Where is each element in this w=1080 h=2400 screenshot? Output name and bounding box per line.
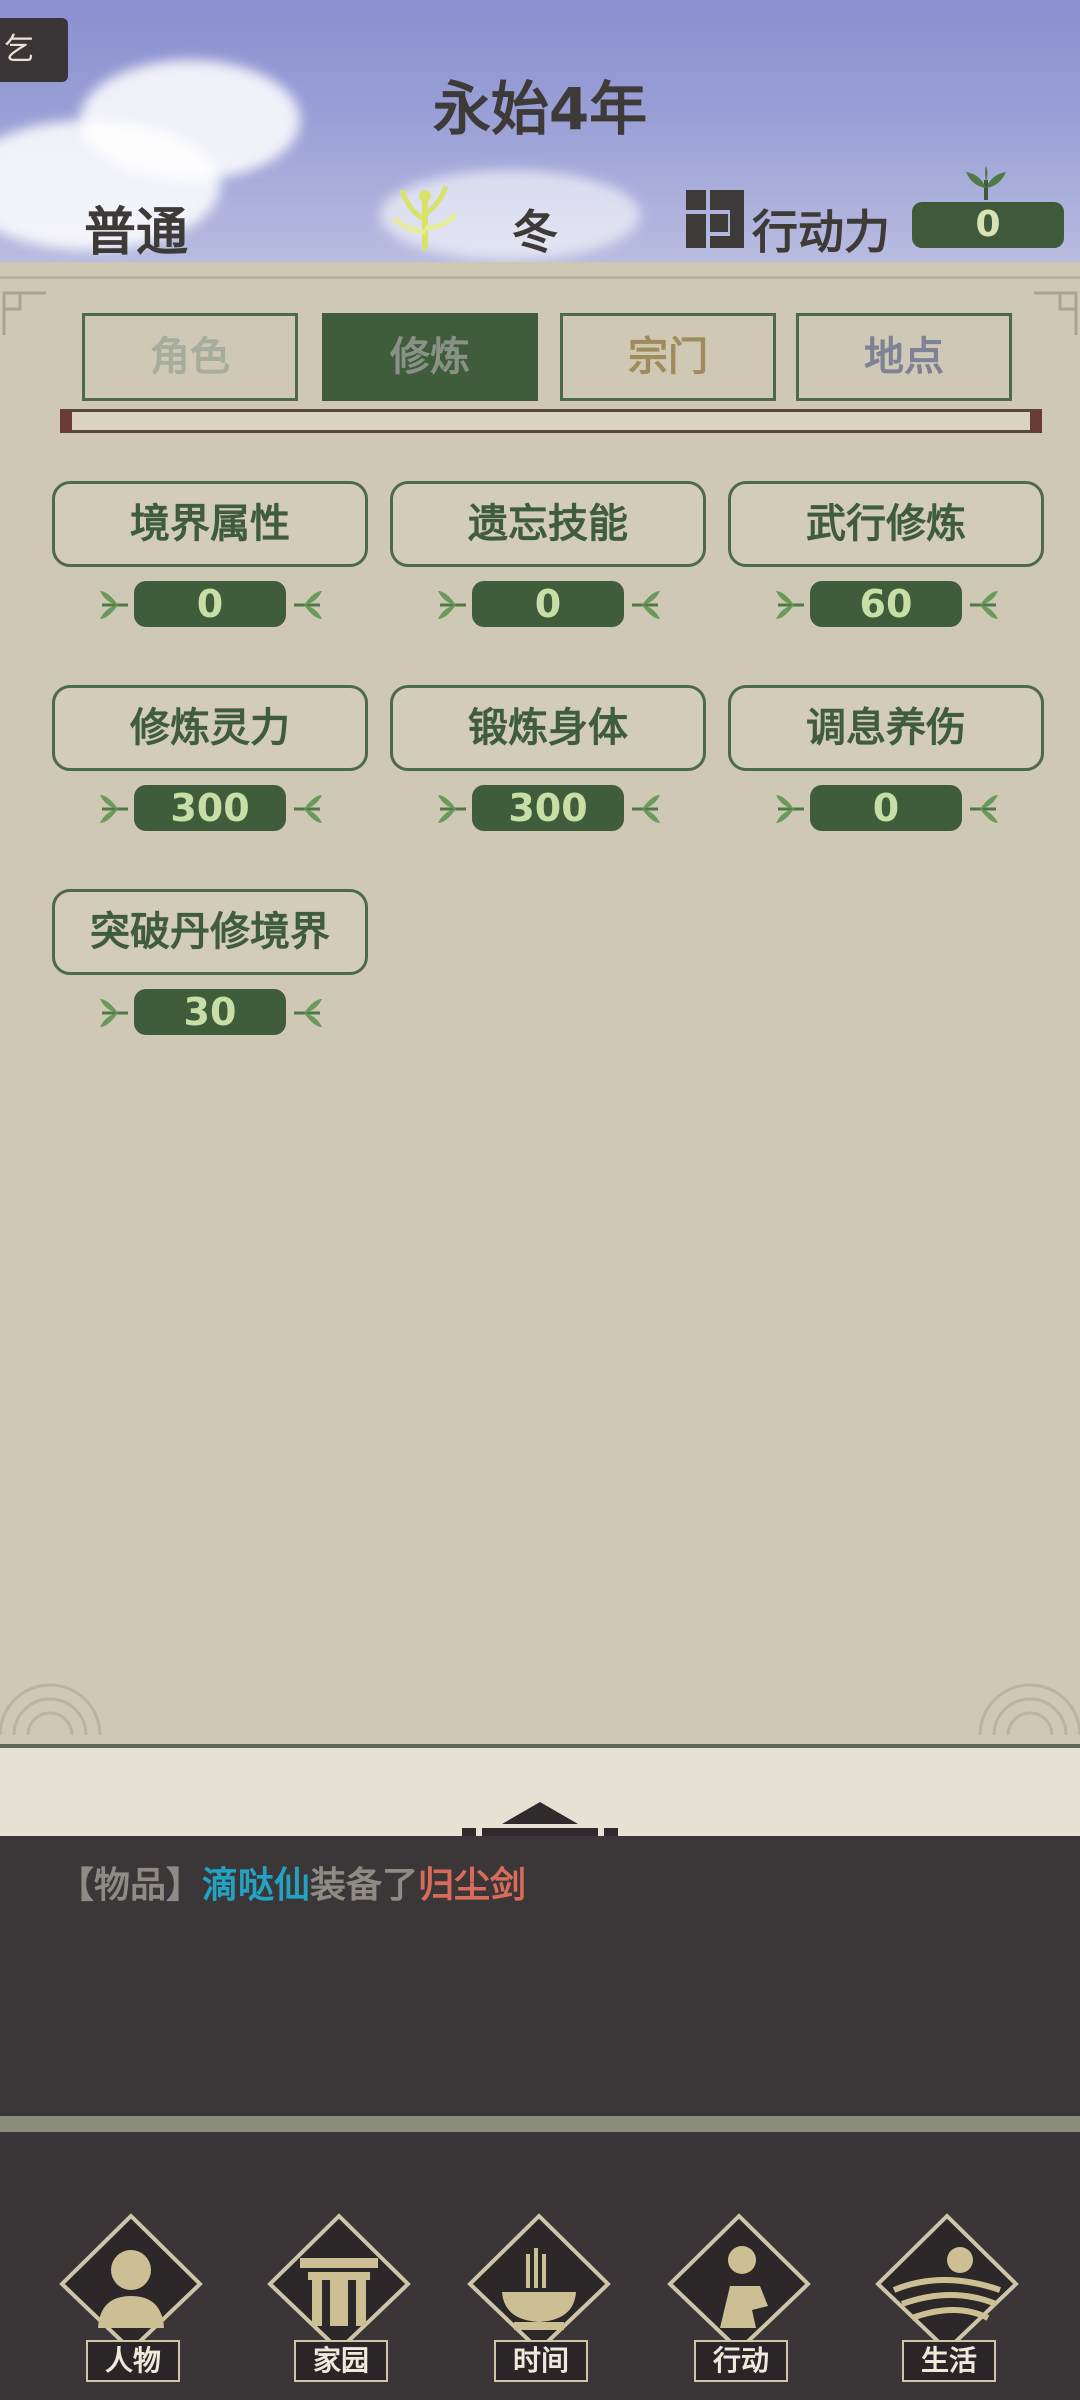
nav-action[interactable]: 行动 [664,2210,814,2382]
skill-value: 0 [134,581,286,627]
leaf-ornament-icon [966,789,1000,829]
leaf-ornament-icon [290,585,324,625]
nav-label: 行动 [694,2340,788,2382]
leaf-ornament-icon [774,789,808,829]
cloud-ornament-icon [0,1683,102,1736]
leaf-ornament-icon [966,585,1000,625]
leaf-ornament-icon [628,789,662,829]
leaf-ornament-icon [628,585,662,625]
log-entry: 【物品】滴哒仙装备了归尘剑 [58,1856,526,1908]
difficulty-label: 普通 [84,203,189,262]
skill-button[interactable]: 武行修炼 [728,481,1044,567]
tab-location[interactable]: 地点 [796,313,1012,401]
action-points-label: 行动力 [752,205,890,259]
nav-life[interactable]: 生活 [872,2210,1022,2382]
leaf-ornament-icon [290,789,324,829]
season-label: 冬 [512,205,558,259]
skill-button[interactable]: 锻炼身体 [390,685,706,771]
log-toggle-band[interactable] [0,1744,1080,1840]
corner-ornament-icon [2,291,46,335]
leaf-ornament-icon [436,789,470,829]
bottom-separator [0,2116,1080,2132]
skill-value: 60 [810,581,962,627]
skill-value: 300 [134,785,286,831]
skill-value: 0 [810,785,962,831]
skill-button[interactable]: 突破丹修境界 [52,889,368,975]
winter-plant-icon [392,185,458,250]
skill-value: 30 [134,989,286,1035]
tab-character[interactable]: 角色 [82,313,298,401]
nav-character[interactable]: 人物 [56,2210,206,2382]
nav-home[interactable]: 家园 [264,2210,414,2382]
action-points-value: 0 [912,202,1064,248]
person-icon [59,2213,203,2350]
nav-label: 时间 [494,2340,588,2382]
skill-value: 0 [472,581,624,627]
nav-time[interactable]: 时间 [464,2210,614,2382]
panel-tabs: 角色 修炼 宗门 地点 [82,313,1012,405]
leaf-ornament-icon [436,585,470,625]
home-gate-icon [267,2213,411,2350]
nav-label: 人物 [86,2340,180,2382]
nav-label: 生活 [902,2340,996,2382]
incense-icon [467,2213,611,2350]
corner-ornament-icon [1034,291,1078,335]
log-item-name[interactable]: 归尘剑 [418,1865,526,1906]
log-category: 【物品】 [58,1865,203,1906]
log-verb: 装备了 [310,1865,419,1906]
skill-button[interactable]: 修炼灵力 [52,685,368,771]
event-log: 【物品】滴哒仙装备了归尘剑 [0,1836,1080,2116]
action-icon [667,2213,811,2350]
cultivation-panel: 角色 修炼 宗门 地点 境界属性 0 遗忘技能 0 武行修炼 60 修炼灵力 300 锻炼身体 3… [0,276,1080,1747]
cloud-ornament-icon [978,1683,1080,1736]
leaf-ornament-icon [98,993,132,1033]
skill-button[interactable]: 调息养伤 [728,685,1044,771]
bottom-nav: 人物 家园 时间 行动 生活 [0,2132,1080,2400]
landscape-icon [875,2213,1019,2350]
scroll-divider [60,409,1042,433]
leaf-ornament-icon [774,585,808,625]
nav-label: 家园 [294,2340,388,2382]
sprout-icon [966,166,1006,200]
tab-cultivation[interactable]: 修炼 [322,313,538,401]
skill-button[interactable]: 遗忘技能 [390,481,706,567]
skill-value: 300 [472,785,624,831]
year-title: 永始4年 [432,75,648,143]
action-points-icon [686,190,744,248]
skill-button[interactable]: 境界属性 [52,481,368,567]
top-header: 乞 永始4年 普通 冬 行动力 0 [0,0,1080,262]
log-character-name[interactable]: 滴哒仙 [202,1865,310,1906]
leaf-ornament-icon [98,789,132,829]
leaf-ornament-icon [98,585,132,625]
expand-pagoda-icon[interactable] [462,1798,618,1840]
tab-sect[interactable]: 宗门 [560,313,776,401]
leaf-ornament-icon [290,993,324,1033]
